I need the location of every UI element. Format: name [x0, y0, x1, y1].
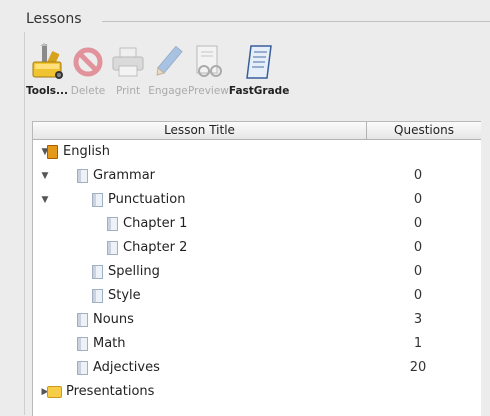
row-questions: 3 [413, 312, 423, 327]
lessons-group-title: Lessons [26, 11, 82, 27]
fastgrade-button[interactable]: FastGrade [229, 40, 289, 97]
row-questions: 0 [413, 288, 423, 303]
delete-icon [68, 40, 108, 84]
preview-button[interactable]: Preview [188, 40, 229, 97]
row-label: English [63, 144, 110, 159]
delete-button[interactable]: Delete [68, 40, 108, 97]
row-questions: 20 [409, 360, 427, 375]
print-button[interactable]: Print [108, 40, 148, 97]
preview-icon [188, 40, 228, 84]
book-icon [47, 145, 58, 159]
lesson-icon [92, 193, 103, 207]
tree-row[interactable]: Chapter 1 0 [33, 212, 481, 236]
row-label: Math [93, 336, 126, 351]
print-label: Print [115, 85, 141, 97]
lesson-icon [107, 241, 118, 255]
column-header-lesson-title[interactable]: Lesson Title [33, 122, 367, 139]
row-questions: 0 [413, 264, 423, 279]
row-questions: 0 [413, 192, 423, 207]
tree-row[interactable]: Chapter 2 0 [33, 236, 481, 260]
lessons-toolbar: Tools... Delete Print Engage Preview Fas… [26, 40, 289, 97]
tree-row[interactable]: ▼ Punctuation 0 [33, 188, 481, 212]
tree-row[interactable]: Adjectives 20 [33, 356, 481, 380]
tree-row[interactable]: ▼ Grammar 0 [33, 164, 481, 188]
printer-icon [108, 40, 148, 84]
tree-row[interactable]: ▶ Presentations [33, 380, 481, 404]
row-questions: 0 [413, 216, 423, 231]
lesson-icon [92, 265, 103, 279]
engage-button[interactable]: Engage [148, 40, 188, 97]
lesson-icon [107, 217, 118, 231]
group-border [24, 32, 25, 415]
row-label: Nouns [93, 312, 134, 327]
row-label: Style [108, 288, 141, 303]
engage-label: Engage [148, 85, 188, 97]
row-label: Presentations [66, 384, 155, 399]
tree-row[interactable]: Style 0 [33, 284, 481, 308]
tools-icon [27, 40, 67, 84]
row-label: Spelling [108, 264, 160, 279]
delete-label: Delete [70, 85, 106, 97]
disclosure-open-icon[interactable]: ▼ [39, 188, 51, 212]
lesson-icon [77, 313, 88, 327]
lesson-icon [77, 361, 88, 375]
row-label: Chapter 1 [123, 216, 188, 231]
tree-header: Lesson Title Questions [33, 122, 481, 140]
row-questions: 1 [413, 336, 423, 351]
tree-row[interactable]: ▼ English [33, 140, 481, 164]
preview-label: Preview [188, 85, 229, 97]
tree-row[interactable]: Nouns 3 [33, 308, 481, 332]
tree-row[interactable]: Spelling 0 [33, 260, 481, 284]
tree-rows: ▼ English ▼ Grammar 0 ▼ Punctuation 0 Chapter 10… [33, 140, 481, 404]
column-header-questions[interactable]: Questions [367, 122, 481, 139]
tree-row[interactable]: Math 1 [33, 332, 481, 356]
group-divider [102, 21, 490, 22]
row-label: Chapter 2 [123, 240, 188, 255]
lesson-icon [77, 169, 88, 183]
row-label: Punctuation [108, 192, 186, 207]
fastgrade-icon [239, 40, 279, 84]
lesson-tree[interactable]: Lesson Title Questions ▼ English ▼ Grammar 0… [32, 121, 481, 416]
disclosure-open-icon[interactable]: ▼ [39, 164, 51, 188]
tools-button[interactable]: Tools... [26, 40, 68, 97]
row-questions: 0 [413, 240, 423, 255]
row-label: Adjectives [93, 360, 160, 375]
pencil-icon [148, 40, 188, 84]
row-questions: 0 [413, 168, 423, 183]
tools-label: Tools... [26, 85, 69, 97]
lesson-icon [92, 289, 103, 303]
row-label: Grammar [93, 168, 156, 183]
folder-icon [47, 386, 62, 398]
lesson-icon [77, 337, 88, 351]
fastgrade-label: FastGrade [228, 85, 290, 97]
